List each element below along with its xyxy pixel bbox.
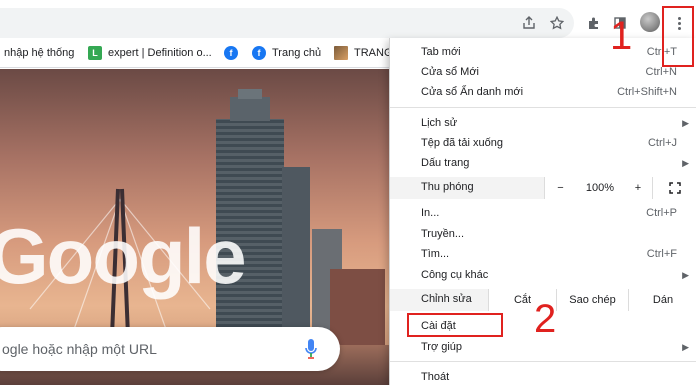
mic-icon[interactable] bbox=[304, 338, 318, 360]
bookmark-label: expert | Definition o... bbox=[108, 47, 212, 59]
menu-item-label: Lịch sử bbox=[421, 117, 458, 129]
menu-item-downloads[interactable]: Tệp đã tải xuống Ctrl+J bbox=[390, 133, 696, 153]
menu-item-print[interactable]: In... Ctrl+P bbox=[390, 203, 696, 223]
menu-item-new-window[interactable]: Cửa sổ Mới Ctrl+N bbox=[390, 62, 696, 82]
fullscreen-button[interactable] bbox=[652, 177, 696, 199]
menu-item-label: Thoát bbox=[421, 371, 450, 383]
zoom-label: Thu phóng bbox=[421, 181, 474, 193]
menu-item-history[interactable]: Lịch sử ▶ bbox=[390, 113, 696, 133]
star-icon[interactable] bbox=[548, 14, 566, 32]
menu-item-label: Công cụ khác bbox=[421, 269, 489, 281]
bookmark-label: nhập hệ thống bbox=[4, 47, 75, 59]
zoom-level: 100% bbox=[576, 177, 624, 199]
bookmark-item[interactable]: L expert | Definition o... bbox=[88, 45, 212, 61]
address-bar[interactable] bbox=[0, 8, 574, 38]
menu-item-shortcut: Ctrl+F bbox=[646, 248, 677, 260]
menu-item-cast[interactable]: Truyền... bbox=[390, 224, 696, 244]
zoom-row: Thu phóng − 100% + bbox=[390, 177, 696, 199]
menu-separator bbox=[390, 107, 696, 108]
menu-item-label: Cửa sổ Mới bbox=[421, 66, 479, 78]
zoom-in-button[interactable]: + bbox=[624, 177, 652, 199]
edit-label: Chỉnh sửa bbox=[421, 293, 472, 305]
menu-item-label: Tệp đã tải xuống bbox=[421, 137, 503, 149]
paste-button[interactable]: Dán bbox=[628, 289, 696, 311]
zoom-out-button[interactable]: − bbox=[544, 177, 576, 199]
menu-item-find[interactable]: Tìm... Ctrl+F bbox=[390, 244, 696, 264]
bookmark-item[interactable]: f bbox=[224, 45, 238, 61]
bookmark-label: TRANG bbox=[354, 47, 393, 59]
menu-item-shortcut: Ctrl+J bbox=[647, 137, 677, 149]
search-input[interactable]: ogle hoặc nhập một URL bbox=[0, 327, 340, 371]
green-l-favicon-icon: L bbox=[88, 46, 102, 60]
menu-item-label: Trợ giúp bbox=[421, 341, 463, 353]
menu-item-shortcut: Ctrl+N bbox=[645, 66, 677, 78]
menu-item-label: Dấu trang bbox=[421, 157, 470, 169]
browser-toolbar bbox=[0, 0, 696, 38]
menu-item-exit[interactable]: Thoát bbox=[390, 367, 696, 385]
menu-item-incognito[interactable]: Cửa sổ Ẩn danh mới Ctrl+Shift+N bbox=[390, 82, 696, 102]
chevron-right-icon: ▶ bbox=[682, 269, 689, 280]
menu-item-label: Tìm... bbox=[421, 248, 450, 260]
bookmark-item[interactable]: TRANG bbox=[334, 45, 393, 61]
facebook-icon: f bbox=[224, 46, 238, 60]
copy-button[interactable]: Sao chép bbox=[556, 289, 628, 311]
highlight-box-menu-button bbox=[662, 6, 694, 67]
step-number-1: 1 bbox=[610, 14, 633, 58]
image-favicon-icon bbox=[334, 46, 348, 60]
menu-item-label: In... bbox=[421, 207, 440, 219]
google-logo: Google bbox=[0, 212, 247, 300]
menu-item-label: Tab mới bbox=[421, 46, 461, 58]
extensions-icon[interactable] bbox=[582, 11, 606, 35]
chevron-right-icon: ▶ bbox=[682, 157, 689, 168]
menu-item-more-tools[interactable]: Công cụ khác ▶ bbox=[390, 265, 696, 285]
bookmark-item[interactable]: nhập hệ thống bbox=[4, 45, 74, 61]
avatar[interactable] bbox=[640, 12, 660, 32]
step-number-2: 2 bbox=[534, 297, 557, 341]
menu-item-label: Truyền... bbox=[421, 228, 464, 240]
chevron-right-icon: ▶ bbox=[682, 117, 689, 128]
menu-item-bookmarks[interactable]: Dấu trang ▶ bbox=[390, 153, 696, 173]
menu-item-shortcut: Ctrl+Shift+N bbox=[617, 86, 677, 98]
facebook-icon: f bbox=[252, 46, 266, 60]
menu-item-label: Cửa sổ Ẩn danh mới bbox=[421, 86, 524, 98]
bookmark-label: Trang chủ bbox=[272, 47, 322, 59]
highlight-box-settings bbox=[407, 313, 503, 337]
bookmark-item[interactable]: f Trang chủ bbox=[252, 45, 321, 61]
menu-item-new-tab[interactable]: Tab mới Ctrl+T bbox=[390, 42, 696, 62]
search-placeholder: ogle hoặc nhập một URL bbox=[2, 341, 157, 357]
menu-separator bbox=[390, 361, 696, 362]
share-icon[interactable] bbox=[520, 14, 538, 32]
fullscreen-icon bbox=[669, 182, 681, 194]
menu-item-shortcut: Ctrl+P bbox=[646, 207, 677, 219]
chevron-right-icon: ▶ bbox=[682, 341, 689, 352]
